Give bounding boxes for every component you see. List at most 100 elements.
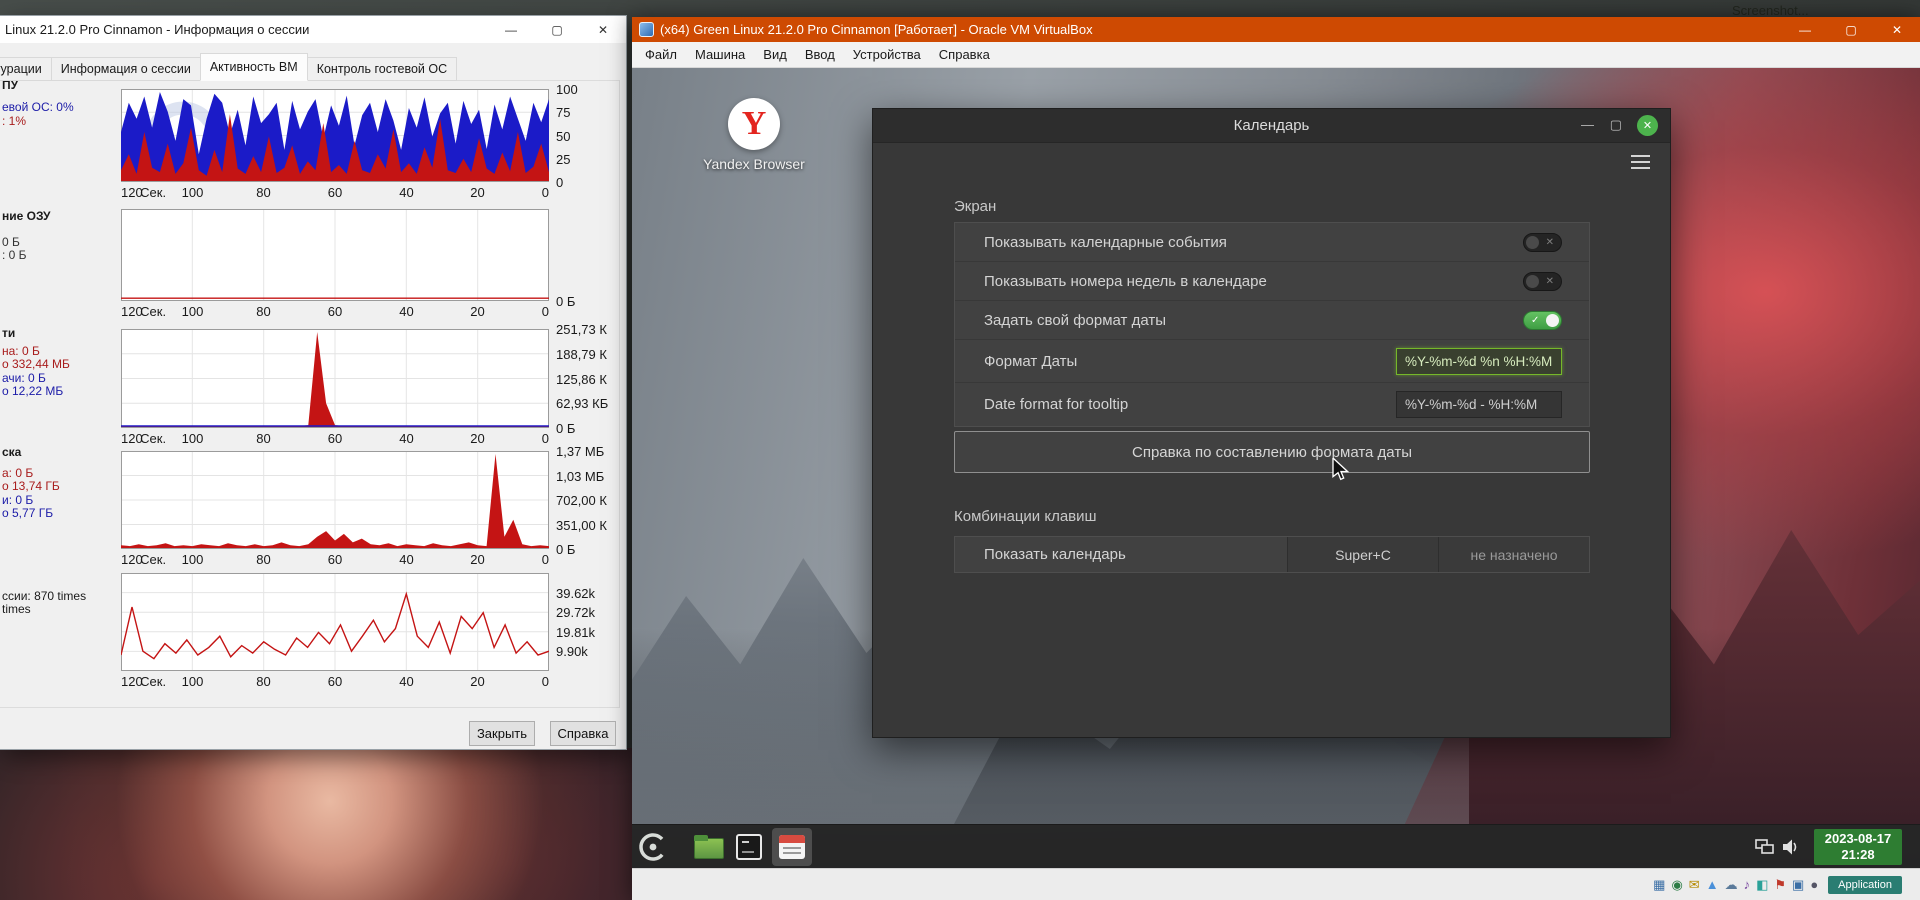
shortcut-label: Показать календарь: [984, 546, 1126, 563]
setting-label: Показывать номера недель в календаре: [984, 272, 1267, 290]
metric-label-fragment: ние ОЗУ: [2, 209, 51, 223]
tab-session-information[interactable]: Информация о сессии: [50, 57, 201, 81]
status-icon[interactable]: ◉: [1671, 878, 1682, 891]
metric-label-fragment: ти: [2, 326, 16, 340]
y-axis-label: 251,73 К: [556, 322, 607, 337]
y-axis-label: 0 Б: [556, 294, 576, 309]
metric-label-fragment: а: 0 Б: [2, 466, 34, 480]
menubar-item[interactable]: Машина: [686, 42, 754, 67]
metric-label-fragment: евой ОС: 0%: [2, 100, 74, 114]
clock-date: 2023-08-17: [1824, 830, 1892, 846]
status-icon[interactable]: ♪: [1744, 878, 1751, 891]
taskbar-tray: 2023-08-17 21:28: [1752, 828, 1920, 865]
session-info-window: Linux 21.2.0 Pro Cinnamon - Информация о…: [0, 15, 627, 750]
status-icon[interactable]: ▣: [1792, 878, 1804, 891]
activity-graph-interrupts: [121, 573, 549, 671]
virtualbox-statusbar: ▦ ◉ ✉ ▲ ☁ ♪ ◧ ⚑ ▣ ● Application: [632, 868, 1920, 900]
tooltip-format-input[interactable]: [1396, 391, 1562, 418]
host-wallpaper: [0, 748, 634, 900]
yandex-letter: Y: [741, 105, 767, 142]
tab-guest-os-control[interactable]: Контроль гостевой ОС: [306, 57, 458, 81]
time-axis: 120 Сек. 100 80 60 40 20 0: [121, 674, 549, 690]
x-axis-label: 80: [256, 304, 271, 319]
session-tabs: гурации Информация о сессии Активность В…: [0, 53, 458, 81]
x-axis-label: 60: [327, 185, 343, 200]
y-axis-label: 75: [556, 105, 571, 121]
status-icon[interactable]: ●: [1810, 878, 1818, 891]
close-button[interactable]: ✕: [1874, 17, 1920, 42]
maximize-button[interactable]: ▢: [1828, 17, 1874, 42]
virtualbox-menubar: Файл Машина Вид Ввод Устройства Справка: [632, 42, 1920, 68]
x-axis-label: 20: [470, 674, 485, 689]
close-icon: ✕: [1642, 120, 1653, 132]
shortcut-binding[interactable]: Super+C: [1287, 537, 1438, 572]
close-dialog-button[interactable]: Закрыть: [469, 721, 535, 746]
activity-graph-disk: [121, 451, 549, 549]
close-button[interactable]: ✕: [1637, 115, 1658, 136]
menubar-item[interactable]: Ввод: [796, 42, 844, 67]
setting-label: Date format for tooltip: [984, 396, 1129, 413]
calendar-app-icon[interactable]: [772, 827, 812, 866]
date-format-help-button[interactable]: Справка по составлению формата даты: [954, 431, 1590, 473]
status-icon[interactable]: ⚑: [1774, 878, 1786, 891]
menu-icon[interactable]: [1631, 155, 1650, 169]
status-icon[interactable]: ☁: [1725, 878, 1738, 891]
file-manager-icon[interactable]: [694, 834, 724, 859]
activity-graph-cpu: [121, 89, 549, 182]
minimize-button[interactable]: —: [1782, 17, 1828, 42]
volume-icon[interactable]: [1778, 839, 1804, 855]
date-format-input[interactable]: [1396, 347, 1562, 375]
network-icon[interactable]: [1752, 838, 1778, 855]
vm-desktop: Y Yandex Browser Календарь — ▢ ✕ Экран П…: [632, 68, 1920, 868]
setting-row-tooltip-format: Date format for tooltip: [955, 383, 1589, 426]
x-axis-label: 100: [181, 674, 204, 689]
virtualbox-window-title: (x64) Green Linux 21.2.0 Pro Cinnamon [Р…: [660, 22, 1093, 37]
menu-launcher-icon[interactable]: [636, 830, 670, 864]
host-key-indicator: Application: [1828, 875, 1902, 894]
status-icon[interactable]: ▲: [1706, 878, 1719, 891]
x-axis-label: 0: [541, 185, 549, 200]
toggle-show-events[interactable]: ✕: [1523, 232, 1562, 252]
x-axis-label: 100: [181, 431, 204, 446]
tab-configuration[interactable]: гурации: [0, 57, 52, 81]
y-axis-label: 0 Б: [556, 542, 576, 557]
status-icon[interactable]: ✉: [1689, 878, 1700, 891]
y-axis-label: 9.90k: [556, 644, 588, 660]
metric-label-fragment: о 13,74 ГБ: [2, 479, 60, 493]
status-icon[interactable]: ◧: [1756, 878, 1768, 891]
toggle-custom-date-format[interactable]: ✓: [1523, 310, 1562, 330]
status-icon[interactable]: ▦: [1653, 878, 1665, 891]
vm-taskbar: 2023-08-17 21:28: [632, 824, 1920, 868]
help-dialog-button[interactable]: Справка: [550, 721, 616, 746]
metric-label-fragment: ска: [2, 445, 22, 459]
toggle-week-numbers[interactable]: ✕: [1523, 271, 1562, 291]
x-axis-label: 40: [399, 674, 414, 689]
menubar-item[interactable]: Устройства: [844, 42, 930, 67]
menubar-item[interactable]: Справка: [930, 42, 999, 67]
metric-label-fragment: times: [2, 602, 31, 616]
time-axis: 120 Сек. 100 80 60 40 20 0: [121, 552, 549, 568]
x-axis-label: 80: [256, 185, 271, 200]
metric-label-fragment: о 332,44 МБ: [2, 357, 70, 371]
time-axis: 120 Сек. 100 80 60 40 20 0: [121, 185, 549, 201]
y-axis-label: 62,93 КБ: [556, 396, 609, 412]
shortcut-unassigned[interactable]: не назначено: [1438, 537, 1589, 572]
y-axis-label: 100: [556, 82, 578, 97]
x-axis-label: 20: [470, 431, 485, 446]
desktop-icon-yandex-browser[interactable]: Y Yandex Browser: [694, 98, 814, 172]
dialog-titlebar[interactable]: Календарь — ▢ ✕: [873, 109, 1670, 143]
minimize-button[interactable]: —: [1581, 117, 1594, 132]
x-axis-label: 100: [181, 304, 204, 319]
maximize-button[interactable]: ▢: [1610, 117, 1622, 133]
x-axis-label: 60: [327, 431, 343, 446]
host-desktop-icon-label[interactable]: Screenshot...: [1732, 3, 1809, 18]
menubar-item[interactable]: Вид: [754, 42, 796, 67]
x-axis-label: 80: [256, 552, 271, 567]
terminal-icon[interactable]: [736, 833, 762, 860]
mouse-cursor: [1332, 458, 1350, 481]
clock-applet[interactable]: 2023-08-17 21:28: [1814, 828, 1902, 865]
virtualbox-titlebar[interactable]: (x64) Green Linux 21.2.0 Pro Cinnamon [Р…: [632, 17, 1920, 42]
menubar-item[interactable]: Файл: [636, 42, 686, 67]
tab-vm-activity[interactable]: Активность ВМ: [199, 53, 308, 81]
y-axis-label: 25: [556, 151, 571, 167]
